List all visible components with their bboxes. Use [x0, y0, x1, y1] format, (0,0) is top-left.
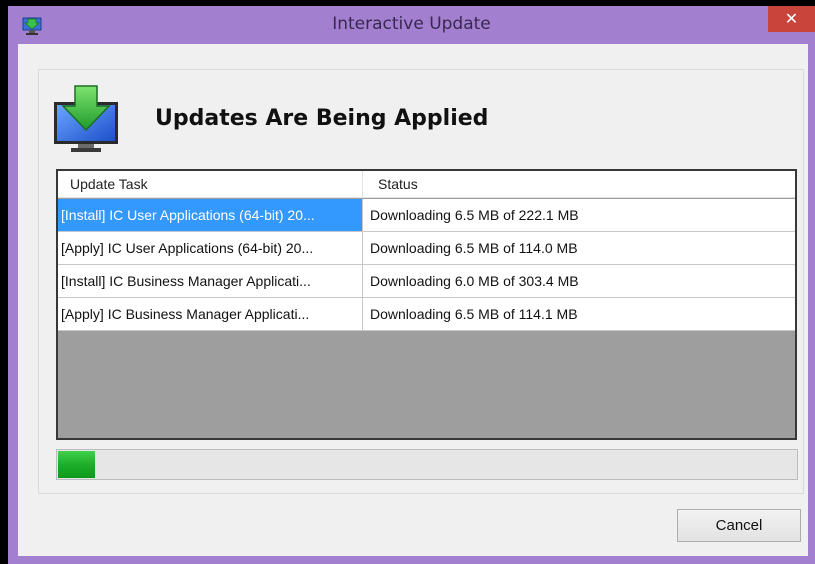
title-bar[interactable]: Interactive Update ✕ — [8, 6, 815, 44]
close-button[interactable]: ✕ — [768, 6, 815, 32]
progress-fill — [58, 451, 95, 478]
download-monitor-icon — [54, 85, 118, 152]
list-rows: [Install] IC User Applications (64-bit) … — [58, 199, 795, 331]
status-cell: Downloading 6.0 MB of 303.4 MB — [370, 273, 579, 289]
dialog-window: Interactive Update ✕ Updates Are Being A… — [8, 6, 815, 564]
task-cell: [Apply] IC User Applications (64-bit) 20… — [58, 232, 363, 264]
progress-bar — [56, 449, 798, 480]
status-cell: Downloading 6.5 MB of 114.0 MB — [370, 240, 578, 256]
page-heading: Updates Are Being Applied — [155, 106, 489, 131]
window-title: Interactive Update — [332, 14, 491, 34]
column-header-status[interactable]: Status — [364, 171, 784, 197]
table-row[interactable]: [Apply] IC Business Manager Applicati...… — [58, 298, 795, 331]
status-cell: Downloading 6.5 MB of 222.1 MB — [370, 207, 579, 223]
update-task-list[interactable]: Update Task Status [Install] IC User App… — [56, 169, 797, 440]
status-cell: Downloading 6.5 MB of 114.1 MB — [370, 306, 578, 322]
table-row[interactable]: [Install] IC User Applications (64-bit) … — [58, 199, 795, 232]
close-icon: ✕ — [784, 9, 799, 28]
column-header-update-task[interactable]: Update Task — [58, 171, 363, 197]
dialog-body: Updates Are Being Applied Update Task St… — [18, 44, 808, 556]
table-row[interactable]: [Install] IC Business Manager Applicati.… — [58, 265, 795, 298]
task-cell: [Apply] IC Business Manager Applicati... — [58, 298, 363, 330]
list-header: Update Task Status — [58, 171, 795, 198]
cancel-button[interactable]: Cancel — [677, 509, 801, 542]
table-row[interactable]: [Apply] IC User Applications (64-bit) 20… — [58, 232, 795, 265]
task-cell: [Install] IC Business Manager Applicati.… — [58, 265, 363, 297]
task-cell: [Install] IC User Applications (64-bit) … — [58, 199, 363, 231]
